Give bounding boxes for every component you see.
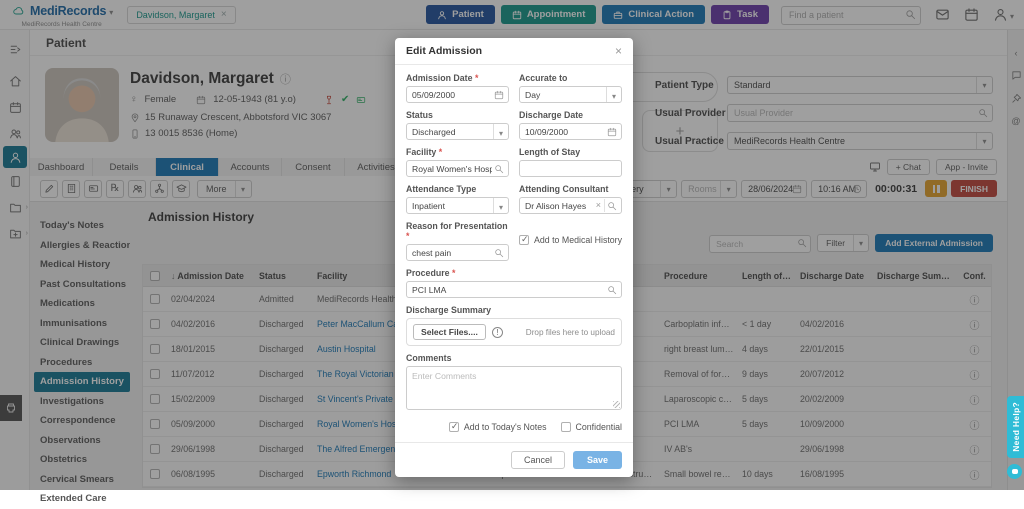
length-of-stay-field: Length of Stay bbox=[519, 147, 622, 177]
required-asterisk: * bbox=[452, 268, 455, 278]
search-icon[interactable] bbox=[494, 248, 504, 258]
admission-date-input[interactable] bbox=[407, 87, 508, 102]
add-medical-history-label: Add to Medical History bbox=[534, 235, 622, 245]
clear-icon[interactable]: × bbox=[596, 199, 605, 212]
chevron-down-icon bbox=[499, 197, 503, 215]
need-help-label: Need Help? bbox=[1011, 402, 1021, 452]
add-medical-history-field: Add to Medical History bbox=[519, 221, 622, 245]
chevron-down-icon bbox=[612, 86, 616, 104]
attending-consultant-field: Attending Consultant × bbox=[519, 184, 622, 214]
attendance-type-select[interactable] bbox=[406, 197, 509, 214]
add-medical-history-checkbox[interactable] bbox=[519, 235, 529, 245]
modal-title: Edit Admission bbox=[406, 45, 482, 57]
status-select[interactable] bbox=[406, 123, 509, 140]
confidential-checkbox[interactable] bbox=[561, 422, 571, 432]
required-asterisk: * bbox=[406, 231, 409, 241]
comments-textarea[interactable]: Enter Comments bbox=[406, 366, 622, 410]
application-window: MediRecords MediRecords Health Centre Da… bbox=[0, 0, 1024, 490]
admission-date-field: Admission Date * bbox=[406, 73, 509, 103]
length-of-stay-input[interactable] bbox=[520, 161, 621, 176]
save-button[interactable]: Save bbox=[573, 451, 622, 469]
modal-body: Admission Date * Status bbox=[395, 65, 633, 442]
attending-consultant-input-wrap: × bbox=[519, 197, 622, 214]
accurate-to-select[interactable] bbox=[519, 86, 622, 103]
facility-field: Facility * bbox=[406, 147, 509, 177]
procedure-field: Procedure * bbox=[406, 268, 622, 298]
sidebar-item-label: Extended Care bbox=[40, 493, 107, 504]
chevron-down-icon bbox=[499, 123, 503, 141]
status-field: Status bbox=[406, 110, 509, 140]
calendar-icon[interactable] bbox=[607, 127, 617, 137]
comments-field: Comments Enter Comments bbox=[406, 353, 622, 410]
accurate-to-field: Accurate to bbox=[519, 73, 622, 103]
calendar-icon[interactable] bbox=[494, 90, 504, 100]
sidebar-item[interactable]: Extended Care bbox=[34, 489, 130, 509]
reason-input[interactable] bbox=[407, 245, 508, 260]
file-drop-zone[interactable]: Select Files.... ! Drop files here to up… bbox=[406, 318, 622, 346]
chat-dot-icon bbox=[1012, 469, 1018, 474]
facility-input-wrap bbox=[406, 160, 509, 177]
search-icon[interactable] bbox=[607, 201, 617, 211]
reason-input-wrap bbox=[406, 244, 509, 261]
comments-placeholder: Enter Comments bbox=[412, 371, 476, 381]
help-chat-bubble-button[interactable] bbox=[1007, 464, 1022, 479]
upload-info-icon[interactable]: ! bbox=[492, 327, 503, 338]
confidential-checkbox-row[interactable]: Confidential bbox=[561, 422, 622, 432]
discharge-date-input-wrap bbox=[519, 123, 622, 140]
procedure-input[interactable] bbox=[407, 282, 621, 297]
attending-consultant-input[interactable] bbox=[520, 198, 621, 213]
add-medical-history-checkbox-row[interactable]: Add to Medical History bbox=[519, 235, 622, 245]
select-files-button[interactable]: Select Files.... bbox=[413, 324, 486, 340]
modal-checkbox-row: Add to Today's Notes Confidential bbox=[406, 417, 622, 438]
admission-date-input-wrap bbox=[406, 86, 509, 103]
facility-input[interactable] bbox=[407, 161, 508, 176]
reason-field: Reason for Presentation * bbox=[406, 221, 509, 261]
close-icon[interactable]: × bbox=[615, 44, 622, 58]
procedure-input-wrap bbox=[406, 281, 622, 298]
cancel-button[interactable]: Cancel bbox=[511, 451, 565, 469]
need-help-tab[interactable]: Need Help? bbox=[1007, 396, 1024, 458]
discharge-summary-field: Discharge Summary Select Files.... ! Dro… bbox=[406, 305, 622, 346]
modal-header: Edit Admission × bbox=[395, 38, 633, 65]
discharge-date-input[interactable] bbox=[520, 124, 621, 139]
discharge-date-field: Discharge Date bbox=[519, 110, 622, 140]
confidential-label: Confidential bbox=[576, 422, 622, 432]
todays-notes-checkbox[interactable] bbox=[449, 422, 459, 432]
length-of-stay-input-wrap bbox=[519, 160, 622, 177]
required-asterisk: * bbox=[475, 73, 478, 83]
required-asterisk: * bbox=[439, 147, 442, 157]
modal-footer: Cancel Save bbox=[395, 442, 633, 477]
edit-admission-modal: Edit Admission × Admission Date * Status bbox=[395, 38, 633, 477]
drop-files-hint: Drop files here to upload bbox=[526, 328, 615, 337]
todays-notes-checkbox-row[interactable]: Add to Today's Notes bbox=[449, 422, 547, 432]
search-icon[interactable] bbox=[494, 164, 504, 174]
todays-notes-label: Add to Today's Notes bbox=[464, 422, 547, 432]
attendance-type-field: Attendance Type bbox=[406, 184, 509, 214]
search-icon[interactable] bbox=[607, 285, 617, 295]
